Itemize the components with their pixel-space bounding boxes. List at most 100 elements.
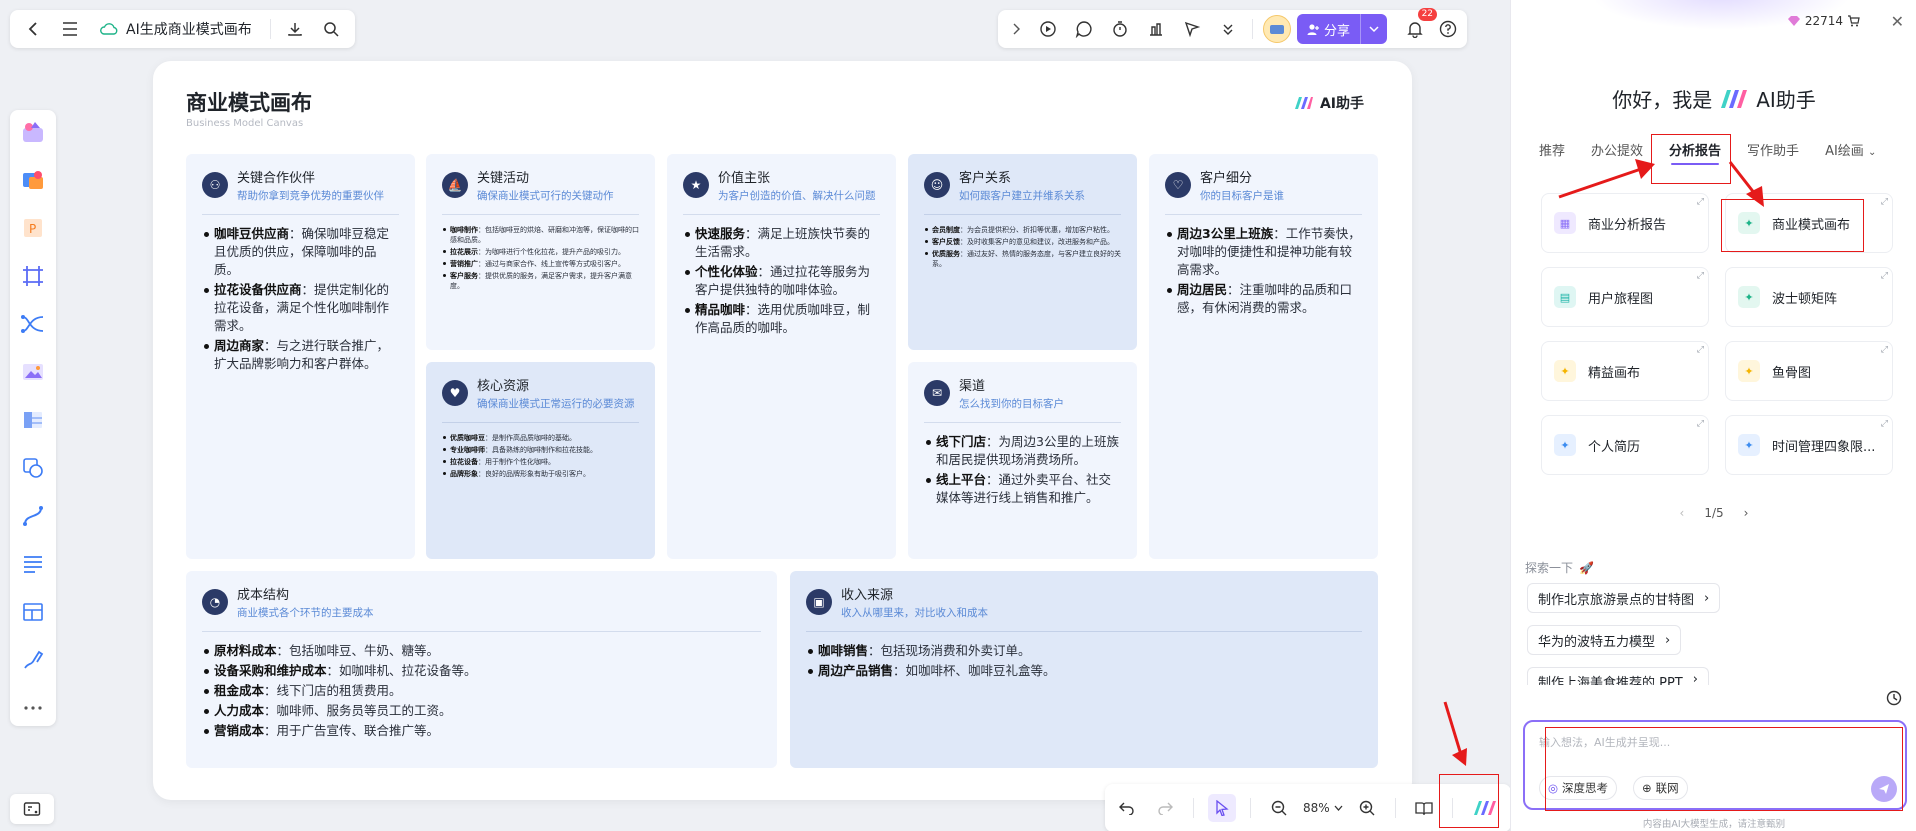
help-icon[interactable]: [1435, 14, 1461, 44]
section-activities[interactable]: ⛵ 关键活动 确保商业模式可行的关键动作 咖啡制作：包括咖啡豆的烘焙、研磨和冲泡等…: [426, 154, 655, 350]
section-subtitle: 帮助你拿到竞争优势的重要伙伴: [237, 190, 384, 202]
sparkle-icon: ✦: [1554, 434, 1576, 456]
explore-heading: 探索一下 🚀: [1525, 559, 1594, 576]
section-subtitle: 确保商业模式可行的关键动作: [477, 190, 614, 202]
list-item: 周边商家：与之进行联合推广，扩大品牌影响力和客户群体。: [202, 337, 399, 373]
sticky-note-icon[interactable]: P: [18, 214, 48, 242]
section-channels[interactable]: ✉ 渠道 怎么找到你的目标客户 线下门店：为周边3公里的上班族和居民提供现场消费场…: [908, 362, 1137, 559]
sticker-icon[interactable]: [18, 166, 48, 194]
send-button[interactable]: [1871, 776, 1897, 802]
ai-logo-icon: [1294, 97, 1313, 109]
list-item: 周边3公里上班族：工作节奏快，对咖啡的便捷性和提神功能有较高需求。: [1165, 225, 1362, 279]
web-search-toggle[interactable]: ⊕ 联网: [1633, 776, 1688, 800]
zoom-level-select[interactable]: 88%: [1303, 801, 1343, 815]
section-resources[interactable]: ♥ 核心资源 确保商业模式正常运行的必要资源 优质咖啡豆：是制作高品质咖啡的基础。…: [426, 362, 655, 559]
list-item: 营销推广：通过与商家合作、线上宣传等方式吸引客户。: [442, 259, 639, 269]
template-card[interactable]: ✦ 波士顿矩阵 ⤢: [1725, 267, 1893, 327]
section-partners[interactable]: ⚇ 关键合作伙伴 帮助你拿到竞争优势的重要伙伴 咖啡豆供应商：确保咖啡豆稳定且优质…: [186, 154, 415, 559]
tab-ai-drawing-label: AI绘画: [1825, 144, 1864, 159]
comment-icon[interactable]: [1068, 14, 1100, 44]
template-icon[interactable]: [18, 118, 48, 146]
shape-icon[interactable]: [18, 454, 48, 482]
pen-icon[interactable]: [18, 646, 48, 674]
list-item: 快速服务：满足上班族快节奏的生活需求。: [683, 225, 880, 261]
chevron-right-icon[interactable]: [1004, 14, 1028, 44]
zoom-in-icon[interactable]: [1353, 794, 1381, 822]
section-revenue-streams[interactable]: ▣ 收入来源 收入从哪里来，对比收入和成本 咖啡销售：包括现场消费和外卖订单。 周…: [790, 571, 1378, 768]
list-item: 品牌形象：良好的品牌形象有助于吸引客户。: [442, 469, 639, 479]
template-card[interactable]: ✦ 时间管理四象限... ⤢: [1725, 415, 1893, 475]
tab-ai-drawing[interactable]: AI绘画 ⌄: [1825, 140, 1876, 159]
section-customer-relations[interactable]: ☺ 客户关系 如何跟客户建立并维系关系 会员制度：为会员提供积分、折扣等优惠，增加…: [908, 154, 1137, 350]
share-dropdown-button[interactable]: [1360, 14, 1387, 44]
web-search-label: 联网: [1655, 781, 1679, 795]
prev-page-icon[interactable]: ‹: [1680, 506, 1685, 520]
section-customer-segments[interactable]: ♡ 客户细分 你的目标客户是谁 周边3公里上班族：工作节奏快，对咖啡的便捷性和提神…: [1149, 154, 1378, 559]
users-icon: ☺: [924, 172, 950, 198]
zoom-out-icon[interactable]: [1265, 794, 1293, 822]
suggestion-chip[interactable]: 制作北京旅游景点的甘特图 ›: [1527, 583, 1721, 613]
credits-display[interactable]: 22714: [1787, 14, 1860, 28]
connector-icon[interactable]: [18, 502, 48, 530]
sparkle-icon: ✦: [1738, 286, 1760, 308]
deep-think-toggle[interactable]: ◎ 深度思考: [1539, 776, 1618, 800]
ai-assistant-toggle-icon[interactable]: [1467, 794, 1503, 822]
rocket-icon: 🚀: [1579, 560, 1594, 575]
double-chevron-down-icon[interactable]: [1212, 14, 1244, 44]
table-icon[interactable]: [18, 406, 48, 434]
minimap-button[interactable]: [10, 794, 54, 824]
more-icon[interactable]: [18, 694, 48, 722]
play-icon[interactable]: [1032, 14, 1064, 44]
section-cost-structure[interactable]: ◔ 成本结构 商业模式各个环节的主要成本 原材料成本：包括咖啡豆、牛奶、糖等。 设…: [186, 571, 777, 768]
laser-pointer-icon[interactable]: [1176, 14, 1208, 44]
template-card[interactable]: ✦ 鱼骨图 ⤢: [1725, 341, 1893, 401]
next-page-icon[interactable]: ›: [1744, 506, 1749, 520]
document-title[interactable]: AI生成商业模式画布: [90, 19, 262, 39]
list-item: 拉花设备供应商：提供定制化的拉花设备，满足个性化咖啡制作需求。: [202, 281, 399, 335]
tab-analysis-report[interactable]: 分析报告: [1669, 140, 1721, 165]
sparkle-icon: ✦: [1738, 360, 1760, 382]
timer-icon[interactable]: [1104, 14, 1136, 44]
back-icon[interactable]: [18, 14, 50, 44]
list-item: 个性化体验：通过拉花等服务为客户提供独特的咖啡体验。: [683, 263, 880, 299]
close-icon[interactable]: ✕: [1891, 12, 1904, 31]
business-model-canvas[interactable]: 商业模式画布 Business Model Canvas AI助手 ⚇ 关键合作…: [153, 61, 1412, 800]
undo-icon[interactable]: [1113, 794, 1141, 822]
prompt-input[interactable]: 输入想法，AI生成并呈现... ◎ 深度思考 ⊕ 联网: [1523, 720, 1907, 810]
section-subtitle: 确保商业模式正常运行的必要资源: [477, 398, 635, 410]
divider: [1451, 798, 1453, 818]
activity-icon: ⛵: [442, 172, 468, 198]
avatar[interactable]: [1261, 14, 1293, 44]
template-card[interactable]: ▦ 商业分析报告 ⤢: [1541, 193, 1709, 253]
list-item: 线上平台：通过外卖平台、社交媒体等进行线上销售和推广。: [924, 471, 1121, 507]
redo-icon[interactable]: [1151, 794, 1179, 822]
notification-button[interactable]: 22: [1399, 8, 1438, 44]
template-card[interactable]: ✦ 个人简历 ⤢: [1541, 415, 1709, 475]
book-icon[interactable]: [1410, 794, 1438, 822]
zoom-level: 88%: [1303, 801, 1330, 815]
share-button[interactable]: 分享: [1297, 14, 1388, 44]
frame-icon[interactable]: [18, 262, 48, 290]
template-card[interactable]: ▤ 用户旅程图 ⤢: [1541, 267, 1709, 327]
list-item: 精品咖啡：选用优质咖啡豆，制作高品质的咖啡。: [683, 301, 880, 337]
template-card[interactable]: ✦ 精益画布 ⤢: [1541, 341, 1709, 401]
section-value-proposition[interactable]: ★ 价值主张 为客户创造的价值、解决什么问题 快速服务：满足上班族快节奏的生活需求…: [667, 154, 896, 559]
suggestion-chip[interactable]: 华为的波特五力模型 ›: [1527, 625, 1682, 655]
mindmap-icon[interactable]: [18, 310, 48, 338]
image-icon[interactable]: [18, 358, 48, 386]
page-indicator: 1/5: [1704, 506, 1724, 520]
divider: [1394, 798, 1396, 818]
text-list-icon[interactable]: [18, 550, 48, 578]
suggestion-chip[interactable]: 制作上海美食推荐的 PPT ›: [1527, 667, 1709, 685]
search-icon[interactable]: [315, 14, 347, 44]
history-icon[interactable]: [1886, 690, 1902, 710]
vote-icon[interactable]: [1140, 14, 1172, 44]
tab-writing[interactable]: 写作助手: [1747, 140, 1799, 159]
menu-icon[interactable]: [54, 14, 86, 44]
download-icon[interactable]: [279, 14, 311, 44]
layout-icon[interactable]: [18, 598, 48, 626]
section-list: 咖啡制作：包括咖啡豆的烘焙、研磨和冲泡等，保证咖啡的口感和品质。 拉花展示：为咖…: [442, 225, 639, 291]
list-item: 优质服务：通过友好、热情的服务态度，与客户建立良好的关系。: [924, 249, 1121, 269]
select-pointer-icon[interactable]: [1208, 794, 1236, 822]
mail-icon: ✉: [924, 380, 950, 406]
